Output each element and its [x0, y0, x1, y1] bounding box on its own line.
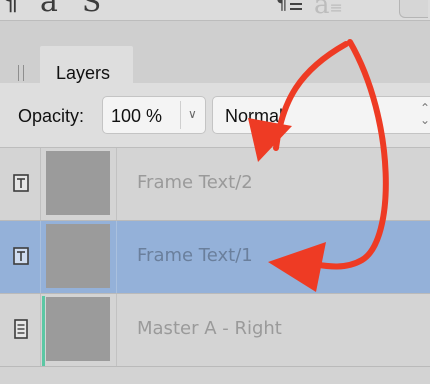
chevron-down-icon[interactable]: ∨: [188, 107, 197, 121]
blend-mode-select[interactable]: Normal ⌃ ⌄: [212, 96, 430, 134]
opacity-divider: [180, 101, 181, 129]
text-frame-icon: [7, 172, 35, 196]
blend-mode-value: Normal: [225, 106, 284, 126]
layer-name: Master A - Right: [137, 318, 282, 339]
opacity-field[interactable]: 100 % ∨: [102, 96, 206, 134]
text-styles-icon[interactable]: a≡: [314, 0, 343, 20]
row-divider: [40, 221, 41, 293]
row-divider: [40, 148, 41, 220]
top-toolbar: ¶ a S ¶ a≡: [0, 0, 430, 20]
tab-layers-label: Layers: [56, 63, 111, 83]
panel-grip-icon[interactable]: [16, 65, 26, 81]
master-marker: [42, 296, 45, 366]
thumb-divider: [116, 221, 117, 293]
layer-name: Frame Text/1: [137, 245, 253, 266]
master-page-icon: [7, 318, 35, 342]
updown-chevron-icon: ⌃ ⌄: [420, 101, 430, 127]
layer-options-bar: Opacity: 100 % ∨ Normal ⌃ ⌄: [0, 83, 430, 148]
layer-thumbnail: [46, 224, 110, 288]
svg-text:¶: ¶: [276, 0, 287, 14]
layer-row-selected[interactable]: Frame Text/1: [0, 221, 430, 294]
layer-thumbnail: [46, 297, 110, 361]
stroke-style-icon[interactable]: S: [82, 0, 101, 16]
layer-row[interactable]: Master A - Right: [0, 294, 430, 367]
layer-name: Frame Text/2: [137, 172, 253, 193]
layer-thumbnail: [46, 151, 110, 215]
layer-row[interactable]: Frame Text/2: [0, 148, 430, 221]
opacity-value[interactable]: 100 %: [111, 106, 162, 127]
opacity-label: Opacity:: [18, 106, 85, 126]
thumb-divider: [116, 294, 117, 366]
row-divider: [40, 294, 41, 366]
paragraph-styles-icon[interactable]: ¶: [274, 0, 308, 18]
text-frame-icon: [7, 245, 35, 269]
toolbar-corner: [399, 0, 428, 18]
thumb-divider: [116, 148, 117, 220]
panel-tab-bar: Layers: [0, 21, 430, 104]
text-styles-glyph: a: [314, 0, 330, 20]
pilcrow-icon[interactable]: ¶: [2, 0, 19, 16]
character-style-icon[interactable]: a: [40, 0, 58, 17]
